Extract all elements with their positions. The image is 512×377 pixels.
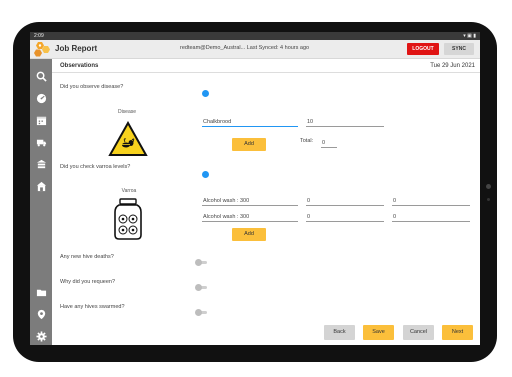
swarmed-toggle[interactable]: [195, 309, 208, 316]
camera-dot: [486, 184, 491, 189]
sidebar: [30, 59, 52, 345]
sidebar-item-settings[interactable]: [30, 327, 52, 345]
requeen-question: Why did you requeen?: [60, 279, 116, 285]
sensor-dot: [487, 198, 490, 201]
back-button[interactable]: Back: [324, 325, 355, 340]
varroa-jar-icon: [114, 198, 142, 240]
disease-count-field[interactable]: [306, 117, 384, 127]
sidebar-item-calendar[interactable]: [30, 111, 52, 129]
section-title: Observations: [60, 63, 99, 69]
location-icon: [37, 309, 45, 319]
varroa-value-a-field-2[interactable]: [306, 212, 384, 222]
status-time: 2:09: [34, 33, 44, 39]
disease-add-button[interactable]: Add: [232, 138, 266, 151]
varroa-value-b-field-1[interactable]: [392, 196, 470, 206]
folder-icon: [36, 289, 46, 296]
calendar-icon: [36, 116, 46, 125]
next-button[interactable]: Next: [442, 325, 473, 340]
logout-button[interactable]: LOGOUT: [407, 43, 439, 55]
sidebar-item-folder[interactable]: [30, 283, 52, 301]
varroa-value-a-field-1[interactable]: [306, 196, 384, 206]
apiary-icon: [36, 181, 46, 191]
varroa-image-label: Varroa: [121, 188, 137, 194]
varroa-question: Did you check varroa levels?: [60, 164, 131, 170]
sidebar-item-dashboard[interactable]: [30, 89, 52, 107]
user-sync-info: redteam@Demo_Austral... Last Synced: 4 h…: [180, 45, 310, 51]
disease-name-field[interactable]: [202, 117, 298, 127]
hexagon-logo-icon: [34, 42, 50, 57]
dashboard-icon: [36, 93, 46, 103]
app-header: Job Report redteam@Demo_Austral... Last …: [30, 40, 480, 59]
status-icons: ▾ ▣ ▮: [463, 33, 476, 39]
truck-icon: [36, 139, 46, 146]
gear-icon: [35, 330, 47, 342]
cancel-button[interactable]: Cancel: [403, 325, 434, 340]
swarmed-question: Have any hives swarmed?: [60, 304, 125, 310]
disease-warning-icon: [108, 121, 148, 156]
main-content: Observations Tue 29 Jun 2021 Did you obs…: [52, 59, 480, 345]
section-date: Tue 29 Jun 2021: [430, 63, 475, 69]
sidebar-item-location[interactable]: [30, 305, 52, 323]
app-title: Job Report: [55, 44, 98, 53]
search-icon: [36, 71, 47, 82]
requeen-toggle[interactable]: [195, 284, 208, 291]
total-label: Total:: [300, 138, 314, 144]
disease-image-label: Disease: [117, 109, 137, 115]
varroa-add-button[interactable]: Add: [232, 228, 266, 241]
status-bar: 2:09 ▾ ▣ ▮: [30, 32, 480, 40]
hive-deaths-question: Any new hive deaths?: [60, 254, 114, 260]
sidebar-item-search[interactable]: [30, 67, 52, 85]
total-field[interactable]: [321, 138, 337, 148]
disease-toggle[interactable]: [202, 90, 209, 97]
section-header: Observations Tue 29 Jun 2021: [52, 59, 480, 73]
varroa-method-field-2[interactable]: [202, 212, 298, 222]
save-button[interactable]: Save: [363, 325, 394, 340]
sidebar-item-hives[interactable]: [30, 155, 52, 173]
varroa-method-field-1[interactable]: [202, 196, 298, 206]
hive-icon: [36, 159, 46, 168]
sidebar-item-truck[interactable]: [30, 133, 52, 151]
hive-deaths-toggle[interactable]: [195, 259, 208, 266]
varroa-value-b-field-2[interactable]: [392, 212, 470, 222]
sidebar-item-apiary[interactable]: [30, 177, 52, 195]
varroa-toggle[interactable]: [202, 171, 209, 178]
app-screen: 2:09 ▾ ▣ ▮ Job Report redteam@Demo_Austr…: [30, 32, 480, 345]
sync-button[interactable]: SYNC: [444, 43, 474, 55]
disease-question: Did you observe disease?: [60, 84, 124, 90]
